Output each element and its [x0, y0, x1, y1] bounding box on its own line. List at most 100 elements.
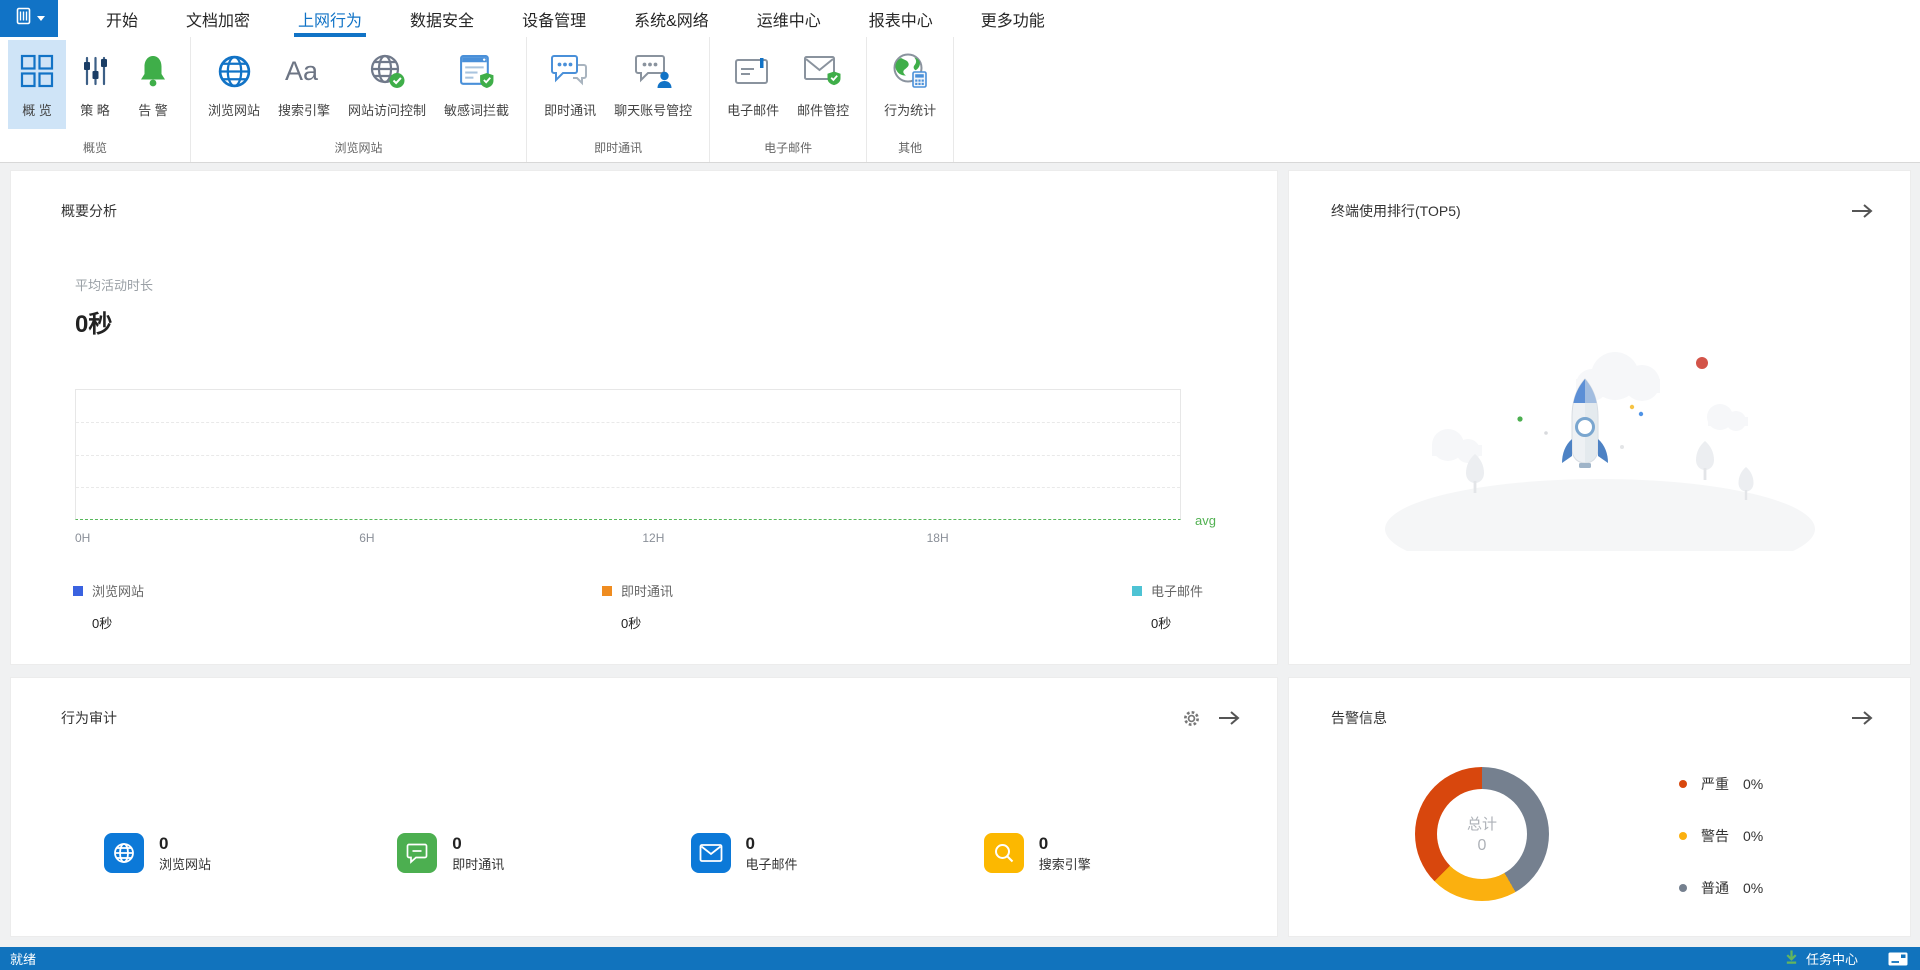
- donut-center-label: 总计: [1466, 816, 1497, 833]
- globe-icon: [104, 833, 144, 873]
- ribbon-button-im[interactable]: 即时通讯: [535, 40, 605, 129]
- metric-value: 0秒: [75, 311, 113, 338]
- ribbon-button-label: 网站访问控制: [348, 103, 427, 118]
- legend-item-browse: 浏览网站 0秒: [73, 581, 293, 632]
- legend-swatch: [73, 585, 83, 596]
- settings-gear-icon[interactable]: [1182, 709, 1201, 728]
- svg-text:Aa: Aa: [285, 56, 319, 86]
- alarm-legend-normal: 普通 0%: [1679, 878, 1763, 898]
- arrow-right-icon[interactable]: [1217, 710, 1241, 726]
- sensitive-word-block-doc-shield-icon: [458, 45, 495, 97]
- menu-item-doc-encryption[interactable]: 文档加密: [170, 0, 266, 37]
- chart-plot-area: avg: [75, 389, 1216, 528]
- behavior-stats-globe-calc-icon: [891, 45, 929, 97]
- legend-label: 浏览网站: [92, 584, 145, 599]
- stat-value: 0: [452, 834, 462, 853]
- stat-value: 0: [1038, 834, 1049, 853]
- ribbon-button-label: 行为统计: [884, 103, 937, 118]
- ribbon-button-overview[interactable]: 概 览: [8, 40, 66, 129]
- browse-globe-icon: [216, 45, 253, 97]
- legend-value: 0秒: [621, 616, 642, 631]
- ribbon-button-label: 聊天账号管控: [614, 103, 693, 118]
- alert-bell-icon: [137, 45, 169, 97]
- ribbon-button-behavior-stats[interactable]: 行为统计: [875, 40, 945, 129]
- legend-label: 普通: [1701, 880, 1729, 896]
- stat-browse-website[interactable]: 0 浏览网站: [104, 833, 397, 874]
- menu-item-system-network[interactable]: 系统&网络: [618, 0, 725, 37]
- menu-item-data-security[interactable]: 数据安全: [394, 0, 490, 37]
- chat-account-person-icon: [633, 45, 673, 97]
- menu-item-report-center[interactable]: 报表中心: [853, 0, 949, 37]
- chevron-down-icon: [36, 16, 45, 21]
- donut-center-value: 0: [1477, 837, 1487, 854]
- donut-center: 总计 0: [1437, 789, 1527, 879]
- ribbon-button-label: 即时通讯: [544, 103, 597, 118]
- alarm-info-card: 告警信息 总计 0 严重 0% 警告 0% 普通 0%: [1288, 677, 1911, 937]
- site-access-control-globe-check-icon: [368, 45, 406, 97]
- menu-item-ops-center[interactable]: 运维中心: [741, 0, 837, 37]
- app-menu-button[interactable]: [0, 0, 58, 37]
- audit-stats-row: 0 浏览网站 0 即时通讯 0 电子邮件 0 搜索引擎: [104, 833, 1277, 874]
- ribbon-group-email: 电子邮件 邮件管控 电子邮件: [710, 37, 868, 162]
- ribbon-button-label: 告 警: [138, 103, 168, 118]
- ribbon-button-email[interactable]: 电子邮件: [718, 40, 788, 129]
- stat-email[interactable]: 0 电子邮件: [690, 833, 984, 874]
- legend-item-email: 电子邮件 0秒: [1132, 581, 1277, 632]
- menu-item-device-management[interactable]: 设备管理: [506, 0, 602, 37]
- legend-percent: 0%: [1743, 776, 1764, 792]
- app-icon: [14, 6, 34, 31]
- ribbon-button-label: 敏感词拦截: [444, 103, 510, 118]
- menu-item-start[interactable]: 开始: [90, 0, 154, 37]
- legend-label: 即时通讯: [621, 584, 674, 599]
- card-title: 终端使用排行(TOP5): [1331, 203, 1461, 219]
- ribbon-group-im: 即时通讯 聊天账号管控 即时通讯: [527, 37, 711, 162]
- task-center-button[interactable]: 任务中心: [1784, 949, 1858, 968]
- ribbon-group-label: 其他: [898, 141, 923, 155]
- task-center-label: 任务中心: [1805, 952, 1858, 967]
- status-bar: 就绪 任务中心: [0, 947, 1920, 970]
- ribbon-group-overview: 概 览 策 略 告 警 概览: [0, 37, 191, 162]
- search-engine-aa-icon: Aa: [283, 45, 325, 97]
- alarm-legend-critical: 严重 0%: [1679, 774, 1763, 794]
- legend-label: 电子邮件: [1151, 584, 1204, 599]
- ribbon-button-search-engine[interactable]: Aa 搜索引擎: [269, 40, 339, 129]
- ribbon-button-policy[interactable]: 策 略: [66, 40, 124, 129]
- ribbon-button-label: 电子邮件: [727, 103, 780, 118]
- x-tick: 18H: [926, 531, 949, 545]
- menu-item-internet-behavior[interactable]: 上网行为: [282, 0, 378, 37]
- x-tick: 0H: [75, 531, 91, 545]
- avg-activity-metric: 平均活动时长 0秒: [75, 275, 1277, 339]
- ribbon-button-browse-website[interactable]: 浏览网站: [199, 40, 269, 129]
- arrow-right-icon[interactable]: [1850, 710, 1874, 726]
- chart-legend: 浏览网站 0秒 即时通讯 0秒 电子邮件 0秒: [73, 581, 1277, 645]
- ribbon-button-mail-control[interactable]: 邮件管控: [788, 40, 858, 129]
- im-chat-bubbles-icon: [550, 45, 590, 97]
- ribbon-button-sensitive-word-block[interactable]: 敏感词拦截: [435, 40, 518, 129]
- alarm-donut-chart: 总计 0: [1415, 767, 1549, 901]
- ribbon-button-chat-account-control[interactable]: 聊天账号管控: [605, 40, 701, 129]
- stat-label: 电子邮件: [745, 857, 798, 872]
- chart-gridline: [76, 486, 1180, 488]
- stat-search-engine[interactable]: 0 搜索引擎: [983, 833, 1277, 874]
- empty-state-rocket-illustration: [1384, 352, 1815, 551]
- menu-item-more-features[interactable]: 更多功能: [965, 0, 1061, 37]
- message-window-icon[interactable]: [1888, 952, 1908, 966]
- legend-dot: [1679, 832, 1687, 840]
- legend-value: 0秒: [1151, 616, 1172, 631]
- stat-label: 搜索引擎: [1038, 857, 1091, 872]
- stat-im[interactable]: 0 即时通讯: [397, 833, 690, 874]
- arrow-right-icon[interactable]: [1850, 203, 1874, 219]
- ribbon-button-label: 策 略: [80, 103, 110, 118]
- stat-label: 浏览网站: [159, 857, 212, 872]
- ribbon-button-label: 搜索引擎: [278, 103, 331, 118]
- ribbon-group-label: 概览: [82, 141, 107, 155]
- legend-percent: 0%: [1743, 880, 1764, 896]
- legend-label: 警告: [1701, 828, 1729, 844]
- search-icon: [983, 833, 1024, 873]
- ribbon-group-label: 电子邮件: [764, 141, 813, 155]
- ribbon-button-site-access-control[interactable]: 网站访问控制: [339, 40, 435, 129]
- ribbon-button-alert[interactable]: 告 警: [124, 40, 182, 129]
- chat-icon: [397, 833, 438, 873]
- dashboard-content: 概要分析 平均活动时长 0秒 avg 0H 6H 12H 18H 浏览网站 0秒…: [0, 163, 1920, 937]
- behavior-audit-card: 行为审计 0 浏览网站 0 即时通讯 0 电子邮件 0 搜索引擎: [10, 677, 1278, 937]
